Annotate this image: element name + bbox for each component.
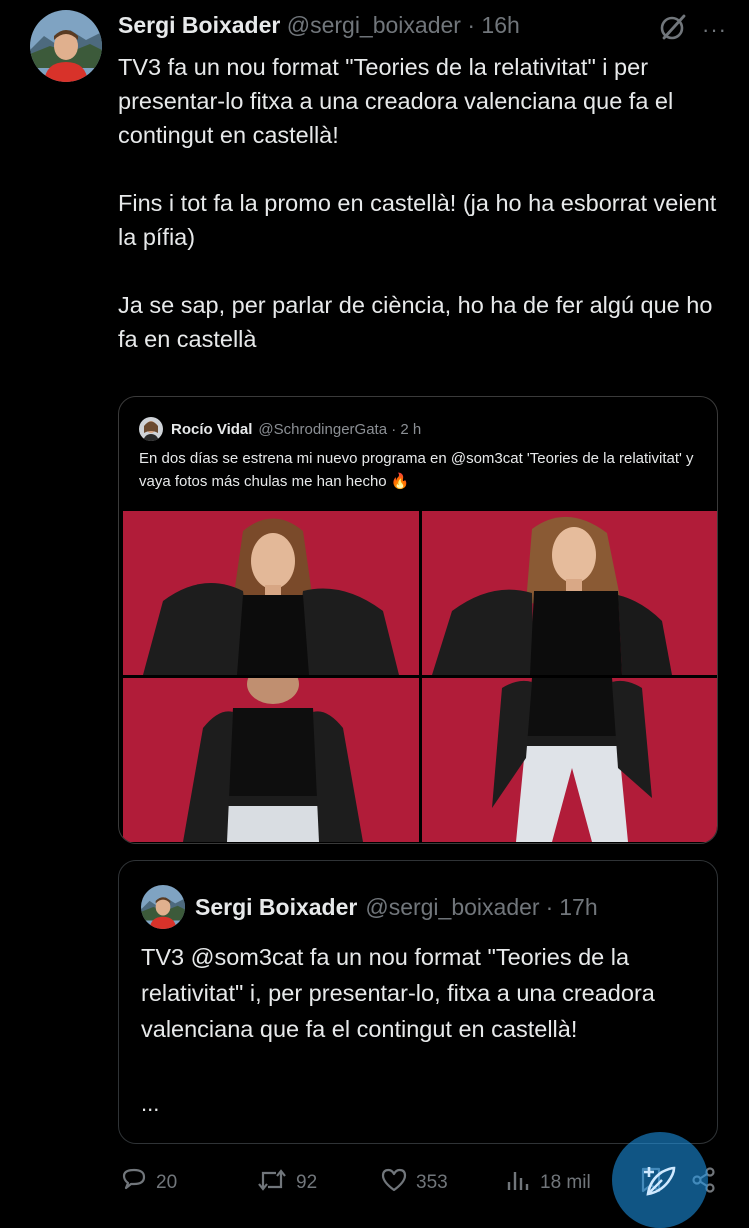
screenshot-header: Rocío Vidal @SchrodingerGata · 2 h — [139, 417, 421, 441]
tweet-header: Sergi Boixader @sergi_boixader · 16h — [118, 10, 520, 40]
views-icon — [504, 1166, 532, 1200]
tweet-paragraph: Fins i tot fa la promo en castellà! (ja … — [118, 190, 717, 250]
author-name[interactable]: Sergi Boixader — [118, 12, 280, 38]
photo[interactable] — [422, 678, 717, 842]
quoted-author-handle[interactable]: @sergi_boixader — [365, 894, 539, 921]
tweet-body: TV3 fa un nou format "Teories de la rela… — [118, 50, 718, 356]
photo[interactable] — [123, 678, 419, 842]
quoted-tweet-text: TV3 @som3cat fa un nou format "Teories d… — [141, 944, 655, 1042]
quoted-tweet-header: Sergi Boixader @sergi_boixader · 17h — [141, 885, 598, 929]
like-button[interactable]: 353 — [380, 1166, 448, 1200]
reply-count: 20 — [156, 1172, 178, 1193]
quoted-tweet-card[interactable]: Sergi Boixader @sergi_boixader · 17h TV3… — [118, 860, 718, 1144]
like-count: 353 — [416, 1172, 448, 1193]
quoted-tweet-time[interactable]: 17h — [559, 894, 597, 921]
tweet-time[interactable]: 16h — [481, 12, 519, 38]
repost-button[interactable]: 92 — [256, 1166, 317, 1200]
tweet-top-actions: ··· — [658, 12, 727, 47]
screenshot-author-name: Rocío Vidal — [171, 420, 253, 438]
tweet-paragraph: TV3 fa un nou format "Teories de la rela… — [118, 54, 674, 148]
repost-icon — [256, 1166, 288, 1200]
photo-grid — [123, 511, 717, 842]
more-icon[interactable]: ··· — [702, 18, 727, 40]
author-avatar[interactable] — [30, 10, 102, 82]
tweet-paragraph: Ja se sap, per parlar de ciència, ho ha … — [118, 292, 713, 352]
photo[interactable] — [422, 511, 717, 675]
reply-icon — [120, 1166, 148, 1200]
views-count: 18 mil — [540, 1172, 591, 1193]
photo[interactable] — [123, 511, 419, 675]
quoted-author-avatar — [141, 885, 185, 929]
screenshot-author-handle: @SchrodingerGata · 2 h — [258, 420, 422, 438]
grok-icon[interactable] — [658, 12, 688, 47]
repost-count: 92 — [296, 1172, 318, 1193]
reply-button[interactable]: 20 — [120, 1166, 177, 1200]
like-icon — [380, 1166, 408, 1200]
screenshot-card[interactable]: Rocío Vidal @SchrodingerGata · 2 h En do… — [118, 396, 718, 844]
separator-dot: · — [545, 893, 554, 920]
quoted-author-name[interactable]: Sergi Boixader — [195, 894, 357, 921]
quoted-tweet-ellipsis: ... — [141, 1091, 160, 1116]
views-button[interactable]: 18 mil — [504, 1166, 591, 1200]
compose-icon — [640, 1162, 680, 1207]
author-handle[interactable]: @sergi_boixader — [287, 12, 461, 38]
screenshot-text: En dos días se estrena mi nuevo programa… — [139, 450, 694, 490]
separator-dot: · — [467, 12, 476, 38]
screenshot-avatar — [139, 417, 163, 441]
